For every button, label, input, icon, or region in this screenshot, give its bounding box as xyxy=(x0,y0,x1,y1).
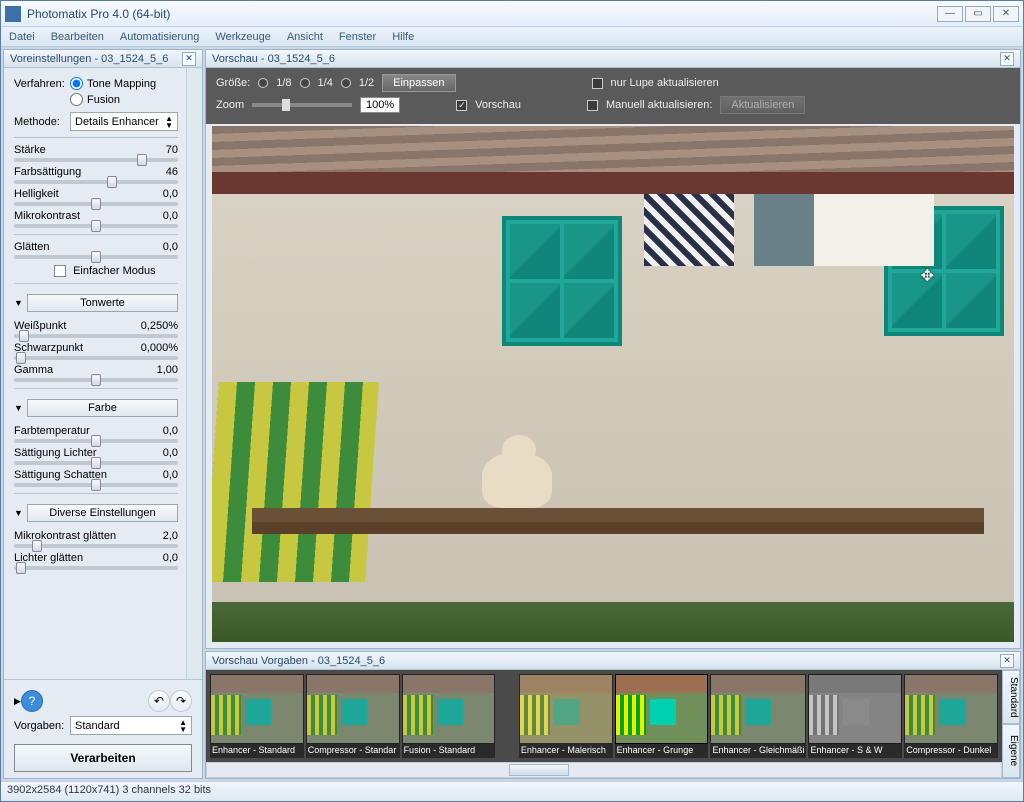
preset-item[interactable]: Enhancer - Standard xyxy=(210,674,304,758)
slider-sliders4-1[interactable]: Lichter glätten0,0 xyxy=(14,552,178,570)
preset-item[interactable]: Compressor - Standar xyxy=(306,674,400,758)
menu-automatisierung[interactable]: Automatisierung xyxy=(112,31,208,43)
extra-toggle[interactable]: ▶ xyxy=(14,696,21,707)
preset-item[interactable]: Fusion - Standard xyxy=(402,674,496,758)
app-title: Photomatix Pro 4.0 (64-bit) xyxy=(27,7,937,21)
preview-image[interactable]: ✥ xyxy=(212,126,1014,642)
slider-sliders2-1[interactable]: Schwarzpunkt0,000% xyxy=(14,342,178,360)
methode-label: Methode: xyxy=(14,116,70,128)
einpassen-button[interactable]: Einpassen xyxy=(382,74,455,92)
app-window: Photomatix Pro 4.0 (64-bit) — ▭ ✕ Datei … xyxy=(0,0,1024,802)
einfacher-label: Einfacher Modus xyxy=(73,265,156,277)
preset-item[interactable]: Enhancer - Malerisch xyxy=(519,674,613,758)
settings-panel-close[interactable]: ✕ xyxy=(182,52,196,66)
statusbar: 3902x2584 (1120x741) 3 channels 32 bits xyxy=(1,781,1023,801)
slider-glatten[interactable]: Glätten 0,0 xyxy=(14,241,178,259)
einfacher-checkbox[interactable] xyxy=(54,265,66,277)
aktualisieren-button[interactable]: Aktualisieren xyxy=(720,96,805,114)
help-icon[interactable]: ? xyxy=(21,690,43,712)
zoom-label: Zoom xyxy=(216,99,244,111)
maximize-button[interactable]: ▭ xyxy=(965,6,991,22)
settings-scrollbar[interactable] xyxy=(186,68,202,679)
slider-sliders3-0[interactable]: Farbtemperatur0,0 xyxy=(14,425,178,443)
menu-fenster[interactable]: Fenster xyxy=(331,31,384,43)
preset-item[interactable]: Enhancer - Gleichmäßi xyxy=(710,674,806,758)
section2-toggle[interactable]: ▼ xyxy=(14,403,23,413)
section-farbe[interactable]: Farbe xyxy=(27,399,178,417)
menu-bearbeiten[interactable]: Bearbeiten xyxy=(43,31,112,43)
slider-sliders2-0[interactable]: Weißpunkt0,250% xyxy=(14,320,178,338)
size-radio-14[interactable] xyxy=(300,78,310,88)
section-diverse[interactable]: Diverse Einstellungen xyxy=(27,504,178,522)
slider-sliders1-3[interactable]: Mikrokontrast0,0 xyxy=(14,210,178,228)
close-button[interactable]: ✕ xyxy=(993,6,1019,22)
methode-combo[interactable]: Details Enhancer ▲▼ xyxy=(70,112,178,131)
radio-tonemapping[interactable] xyxy=(70,77,83,90)
section-tonwerte[interactable]: Tonwerte xyxy=(27,294,178,312)
verfahren-label: Verfahren: xyxy=(14,78,70,90)
app-icon xyxy=(5,6,21,22)
vorschau-checkbox[interactable] xyxy=(456,100,467,111)
slider-sliders1-2[interactable]: Helligkeit0,0 xyxy=(14,188,178,206)
preset-item[interactable]: Compressor - Dunkel xyxy=(904,674,998,758)
tab-standard[interactable]: Standard xyxy=(1002,670,1020,724)
minimize-button[interactable]: — xyxy=(937,6,963,22)
section3-toggle[interactable]: ▼ xyxy=(14,508,23,518)
zoom-slider[interactable] xyxy=(252,103,352,107)
status-text: 3902x2584 (1120x741) 3 channels 32 bits xyxy=(7,784,211,796)
section1-toggle[interactable]: ▼ xyxy=(14,298,23,308)
undo-icon[interactable]: ↶ xyxy=(148,690,170,712)
radio-fusion-label: Fusion xyxy=(87,94,120,106)
slider-sliders1-1[interactable]: Farbsättigung46 xyxy=(14,166,178,184)
process-button[interactable]: Verarbeiten xyxy=(14,744,192,772)
lupe-checkbox[interactable] xyxy=(592,78,603,89)
titlebar: Photomatix Pro 4.0 (64-bit) — ▭ ✕ xyxy=(1,1,1023,27)
vorgaben-label: Vorgaben: xyxy=(14,720,70,732)
size-label: Größe: xyxy=(216,77,250,89)
slider-sliders4-0[interactable]: Mikrokontrast glätten2,0 xyxy=(14,530,178,548)
radio-fusion[interactable] xyxy=(70,93,83,106)
move-cursor-icon: ✥ xyxy=(921,266,934,286)
slider-sliders1-0[interactable]: Stärke70 xyxy=(14,144,178,162)
zoom-input[interactable] xyxy=(360,97,400,113)
redo-icon[interactable]: ↷ xyxy=(170,690,192,712)
slider-sliders2-2[interactable]: Gamma1,00 xyxy=(14,364,178,382)
radio-tonemapping-label: Tone Mapping xyxy=(87,78,156,90)
preview-panel-title: Vorschau - 03_1524_5_6 xyxy=(212,53,335,65)
menu-werkzeuge[interactable]: Werkzeuge xyxy=(207,31,278,43)
settings-panel: Voreinstellungen - 03_1524_5_6 ✕ Verfahr… xyxy=(3,49,203,779)
methode-value: Details Enhancer xyxy=(75,116,159,128)
preview-panel-close[interactable]: ✕ xyxy=(1000,52,1014,66)
size-radio-12[interactable] xyxy=(341,78,351,88)
tab-eigene[interactable]: Eigene xyxy=(1002,724,1020,778)
menu-ansicht[interactable]: Ansicht xyxy=(279,31,331,43)
preset-item[interactable]: Enhancer - Grunge xyxy=(615,674,709,758)
presets-panel-close[interactable]: ✕ xyxy=(1000,654,1014,668)
preview-panel: Vorschau - 03_1524_5_6 ✕ Größe: 1/8 1/4 … xyxy=(205,49,1021,649)
vorgaben-combo[interactable]: Standard ▲▼ xyxy=(70,716,192,735)
presets-scrollbar[interactable] xyxy=(206,762,1002,778)
menu-hilfe[interactable]: Hilfe xyxy=(384,31,422,43)
size-radio-18[interactable] xyxy=(258,78,268,88)
preset-item[interactable]: Enhancer - S & W xyxy=(808,674,902,758)
preview-toolbar: Größe: 1/8 1/4 1/2 Einpassen nur Lupe ak… xyxy=(206,68,1020,124)
settings-panel-title: Voreinstellungen - 03_1524_5_6 xyxy=(10,53,168,65)
menu-datei[interactable]: Datei xyxy=(1,31,43,43)
presets-panel: Vorschau Vorgaben - 03_1524_5_6 ✕ Enhanc… xyxy=(205,651,1021,779)
slider-sliders3-2[interactable]: Sättigung Schatten0,0 xyxy=(14,469,178,487)
presets-panel-title: Vorschau Vorgaben - 03_1524_5_6 xyxy=(212,655,385,667)
manuell-checkbox[interactable] xyxy=(587,100,598,111)
menubar: Datei Bearbeiten Automatisierung Werkzeu… xyxy=(1,27,1023,47)
slider-sliders3-1[interactable]: Sättigung Lichter0,0 xyxy=(14,447,178,465)
